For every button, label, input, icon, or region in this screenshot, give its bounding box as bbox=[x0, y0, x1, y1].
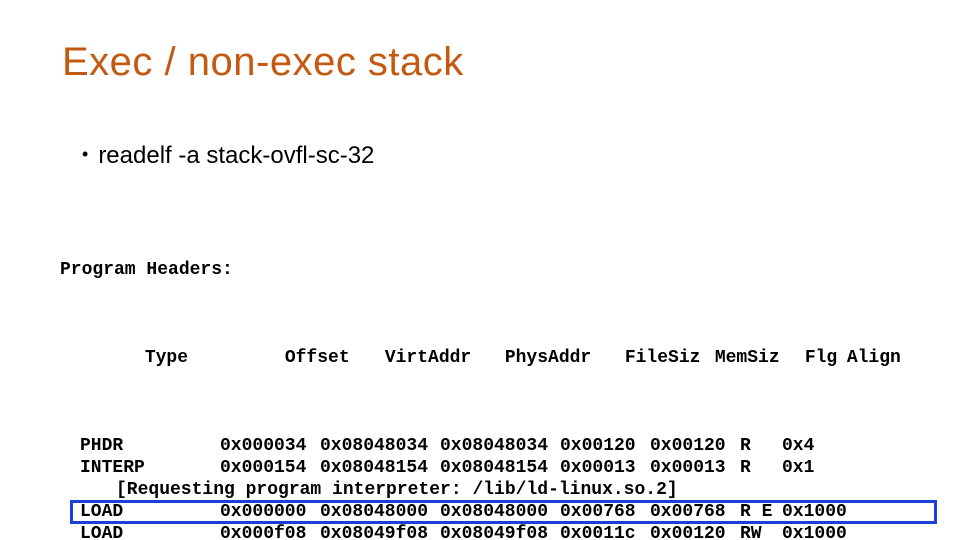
bullet-dot-icon: • bbox=[82, 144, 88, 165]
cell-type: INTERP bbox=[80, 457, 220, 479]
rows-container: PHDR0x0000340x080480340x080480340x001200… bbox=[60, 435, 917, 540]
row-content: PHDR0x0000340x080480340x080480340x001200… bbox=[60, 435, 917, 457]
cell-align: 0x1000 bbox=[782, 501, 852, 523]
cell-virt: 0x08049f08 bbox=[320, 523, 440, 540]
column-header-row: TypeOffsetVirtAddrPhysAddrFileSizMemSizF… bbox=[60, 325, 917, 391]
table-row: INTERP0x0001540x080481540x080481540x0001… bbox=[60, 457, 917, 479]
cell-phys: 0x08048154 bbox=[440, 457, 560, 479]
row-content: LOAD0x000f080x08049f080x08049f080x0011c0… bbox=[60, 523, 917, 540]
cell-memsiz: 0x00768 bbox=[650, 501, 740, 523]
table-row: LOAD0x000f080x08049f080x08049f080x0011c0… bbox=[60, 523, 917, 540]
cell-phys: 0x08049f08 bbox=[440, 523, 560, 540]
row-content: INTERP0x0001540x080481540x080481540x0001… bbox=[60, 457, 917, 479]
bullet-line: • readelf -a stack-ovfl-sc-32 bbox=[82, 142, 374, 170]
cell-phys: 0x08048000 bbox=[440, 501, 560, 523]
col-virt: VirtAddr bbox=[385, 347, 505, 369]
row-content: LOAD0x0000000x080480000x080480000x007680… bbox=[60, 501, 917, 523]
col-memsiz: MemSiz bbox=[715, 347, 805, 369]
cell-type: LOAD bbox=[80, 523, 220, 540]
col-type: Type bbox=[145, 347, 285, 369]
col-flg: Flg bbox=[805, 347, 847, 369]
col-align: Align bbox=[847, 347, 917, 369]
col-offset: Offset bbox=[285, 347, 385, 369]
cell-virt: 0x08048154 bbox=[320, 457, 440, 479]
cell-flg: RW bbox=[740, 523, 782, 540]
cell-virt: 0x08048000 bbox=[320, 501, 440, 523]
slide-title: Exec / non-exec stack bbox=[62, 40, 464, 85]
cell-offset: 0x000154 bbox=[220, 457, 320, 479]
terminal-output: Program Headers: TypeOffsetVirtAddrPhysA… bbox=[60, 215, 917, 540]
interp-note: [Requesting program interpreter: /lib/ld… bbox=[60, 479, 917, 501]
cell-memsiz: 0x00120 bbox=[650, 435, 740, 457]
col-filesiz: FileSiz bbox=[625, 347, 715, 369]
cell-memsiz: 0x00120 bbox=[650, 523, 740, 540]
cell-offset: 0x000034 bbox=[220, 435, 320, 457]
cell-filesiz: 0x0011c bbox=[560, 523, 650, 540]
table-row: LOAD0x0000000x080480000x080480000x007680… bbox=[60, 501, 917, 523]
cell-flg: R bbox=[740, 435, 782, 457]
cell-phys: 0x08048034 bbox=[440, 435, 560, 457]
slide: Exec / non-exec stack • readelf -a stack-… bbox=[0, 0, 960, 540]
cell-flg: R bbox=[740, 457, 782, 479]
cell-filesiz: 0x00768 bbox=[560, 501, 650, 523]
cell-align: 0x1 bbox=[782, 457, 852, 479]
cell-align: 0x4 bbox=[782, 435, 852, 457]
bullet-text: readelf -a stack-ovfl-sc-32 bbox=[98, 142, 374, 169]
table-row: PHDR0x0000340x080480340x080480340x001200… bbox=[60, 435, 917, 457]
cell-virt: 0x08048034 bbox=[320, 435, 440, 457]
cell-offset: 0x000f08 bbox=[220, 523, 320, 540]
cell-memsiz: 0x00013 bbox=[650, 457, 740, 479]
cell-flg: R E bbox=[740, 501, 782, 523]
program-headers-label: Program Headers: bbox=[60, 259, 917, 281]
cell-align: 0x1000 bbox=[782, 523, 852, 540]
cell-filesiz: 0x00013 bbox=[560, 457, 650, 479]
cell-offset: 0x000000 bbox=[220, 501, 320, 523]
cell-type: PHDR bbox=[80, 435, 220, 457]
col-phys: PhysAddr bbox=[505, 347, 625, 369]
cell-filesiz: 0x00120 bbox=[560, 435, 650, 457]
cell-type: LOAD bbox=[80, 501, 220, 523]
